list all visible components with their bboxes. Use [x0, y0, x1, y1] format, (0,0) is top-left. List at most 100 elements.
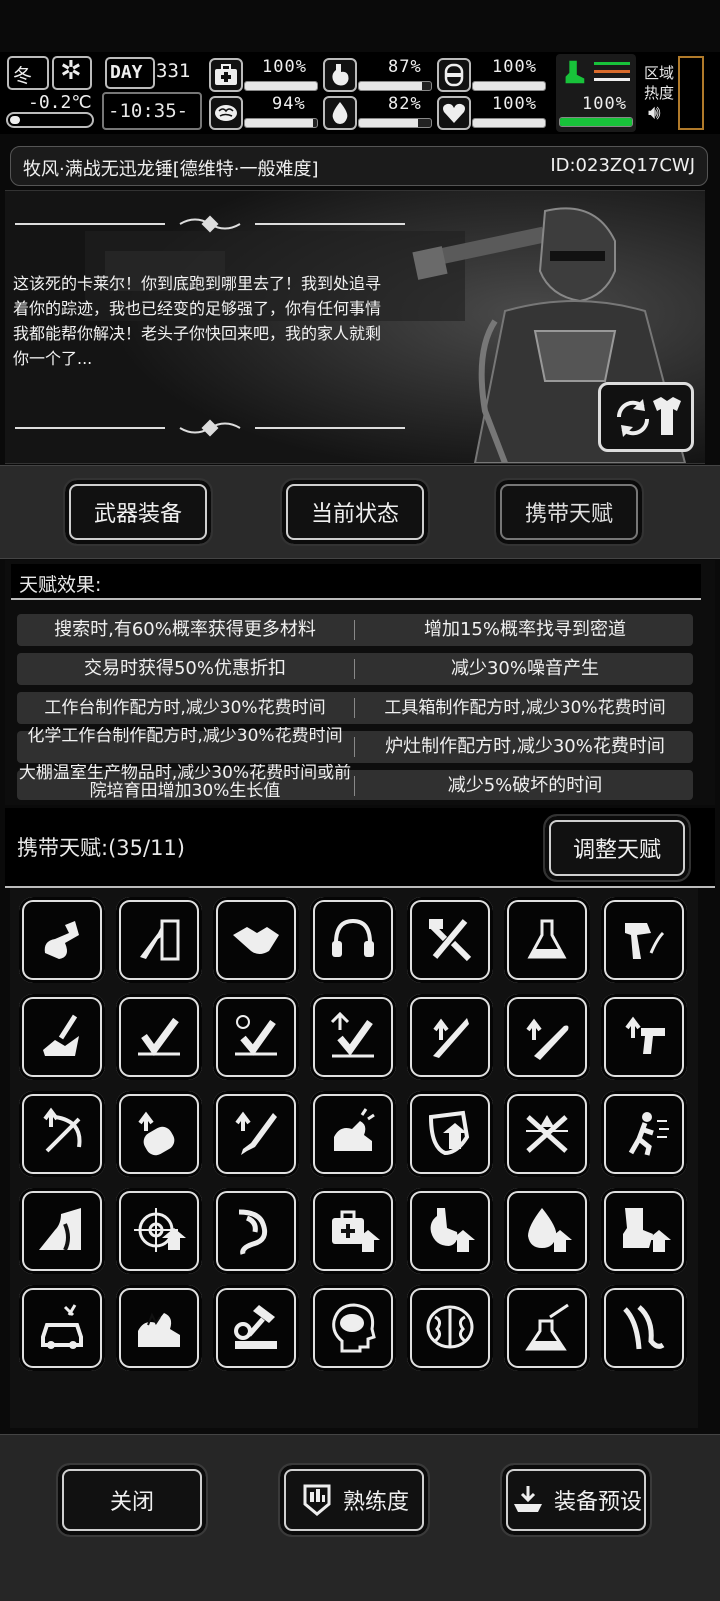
- talent-slot[interactable]: [116, 994, 202, 1080]
- sanity-value: 94%: [272, 94, 306, 114]
- season-box: 冬: [7, 56, 49, 90]
- talent-slot[interactable]: [504, 1091, 590, 1177]
- talent-slot[interactable]: [116, 1285, 202, 1371]
- health-bar: [244, 81, 318, 91]
- talent-slot[interactable]: [310, 994, 396, 1080]
- talent-slot[interactable]: [407, 897, 493, 983]
- glove-up-icon: [138, 1111, 175, 1156]
- talent-slot[interactable]: [407, 1091, 493, 1177]
- talent-slot[interactable]: [310, 1091, 396, 1177]
- talent-slot[interactable]: [310, 1285, 396, 1371]
- lungs-icon: [437, 58, 471, 92]
- talent-slot[interactable]: [407, 1188, 493, 1274]
- talent-slot[interactable]: [601, 1188, 687, 1274]
- sprint-icon: [628, 1112, 669, 1156]
- blade-up-icon: [433, 1018, 469, 1058]
- carried-talents-header: 携带天赋:(35/11) 调整天赋: [5, 808, 715, 888]
- temperature-value: -0.2℃: [28, 92, 92, 113]
- effect-text: 化学工作台制作配方时,减少30%花费时间: [27, 727, 343, 746]
- status-hud: 冬 ✲ -0.2℃ DAY 331 -10:35- 100% 94% 87% 8…: [0, 52, 720, 134]
- close-button[interactable]: 关闭: [56, 1463, 208, 1537]
- tab-bar: 武器装备 当前状态 携带天赋: [0, 465, 720, 559]
- tab-talents[interactable]: 携带天赋: [494, 478, 644, 546]
- swap-outfit-icon: [616, 397, 681, 437]
- tools-icon: [428, 919, 472, 962]
- hammer-plant-icon: [625, 923, 665, 959]
- change-outfit-button[interactable]: [598, 382, 694, 452]
- talent-slot[interactable]: [213, 1091, 299, 1177]
- tab-weapons[interactable]: 武器装备: [63, 478, 213, 546]
- pistol-up-icon: [625, 1016, 665, 1054]
- effect-row: 大棚温室生产物品时,减少30%花费时间或前院培育田增加30%生长值 减少5%破坏…: [17, 764, 693, 800]
- talent-slot[interactable]: [19, 1188, 105, 1274]
- talent-slot[interactable]: [504, 1285, 590, 1371]
- talent-effects-title: 天赋效果:: [19, 574, 102, 596]
- target-up-icon: [134, 1208, 186, 1252]
- talent-slot[interactable]: [19, 994, 105, 1080]
- medkit-up-icon: [332, 1210, 380, 1252]
- talent-slot[interactable]: [213, 994, 299, 1080]
- talent-slot[interactable]: [310, 897, 396, 983]
- effect-text: 工具箱制作配方时,减少30%花费时间: [384, 698, 666, 718]
- effect-text: 大棚温室生产物品时,减少30%花费时间或前院培育田增加30%生长值: [18, 764, 352, 800]
- leg-value: 100%: [582, 94, 627, 114]
- talent-slot[interactable]: [504, 1188, 590, 1274]
- talent-effects-panel: 天赋效果: 搜索时,有60%概率获得更多材料 增加15%概率找寻到密道 交易时获…: [5, 560, 715, 805]
- talent-slot[interactable]: [19, 1285, 105, 1371]
- proficiency-button[interactable]: 熟练度: [278, 1463, 430, 1537]
- talent-slot[interactable]: [116, 897, 202, 983]
- effect-row: 交易时获得50%优惠折扣 减少30%噪音产生: [17, 653, 693, 685]
- talent-grid: [10, 888, 698, 1428]
- player-id: ID:023ZQ17CWJ: [550, 155, 695, 176]
- talent-slot[interactable]: [601, 1091, 687, 1177]
- character-name: 牧风·满战无迅龙锤[德维特·一般难度]: [23, 159, 319, 180]
- effect-text: 减少5%破坏的时间: [447, 775, 603, 796]
- talent-slot[interactable]: [601, 994, 687, 1080]
- talent-slot[interactable]: [504, 994, 590, 1080]
- thirst-bar: [358, 118, 432, 128]
- equipment-preset-label: 装备预设: [553, 1490, 642, 1515]
- flask-icon: [527, 919, 567, 959]
- effect-text: 搜索时,有60%概率获得更多材料: [54, 619, 316, 640]
- effect-text: 工作台制作配方时,减少30%花费时间: [44, 698, 326, 718]
- talent-slot[interactable]: [310, 1188, 396, 1274]
- effect-row: 工作台制作配方时,减少30%花费时间 工具箱制作配方时,减少30%花费时间: [17, 692, 693, 724]
- bat-up-icon: [526, 1018, 569, 1060]
- footer-bar: 关闭 熟练度 装备预设: [0, 1434, 720, 1601]
- speaker-icon[interactable]: 🔊︎: [648, 100, 661, 124]
- zone-heat-label-1: 区域: [644, 64, 675, 82]
- effect-row: 搜索时,有60%概率获得更多材料 增加15%概率找寻到密道: [17, 614, 693, 646]
- talent-slot[interactable]: [407, 1285, 493, 1371]
- stamina-value: 100%: [492, 57, 537, 77]
- talent-slot[interactable]: [213, 1188, 299, 1274]
- head-brain-icon: [332, 1303, 376, 1353]
- zone-heat-meter: [678, 56, 704, 130]
- talent-slot[interactable]: [19, 897, 105, 983]
- equipment-preset-icon: [513, 1486, 542, 1512]
- talent-slot[interactable]: [116, 1188, 202, 1274]
- tentacle-icon: [623, 1305, 665, 1350]
- day-label: DAY: [110, 62, 143, 83]
- talent-slot[interactable]: [116, 1091, 202, 1177]
- talent-slot[interactable]: [407, 994, 493, 1080]
- torch-door-icon: [140, 919, 180, 961]
- adjust-talents-button[interactable]: 调整天赋: [543, 814, 691, 882]
- talent-slot[interactable]: [601, 897, 687, 983]
- thirst-value: 82%: [388, 94, 422, 114]
- equipment-preset-button[interactable]: 装备预设: [500, 1463, 652, 1537]
- talent-slot[interactable]: [504, 897, 590, 983]
- tab-status[interactable]: 当前状态: [280, 478, 430, 546]
- stamina-bar: [472, 81, 546, 91]
- effect-text: 减少30%噪音产生: [450, 658, 599, 679]
- talent-effects-header: 天赋效果:: [11, 564, 701, 600]
- talent-slot[interactable]: [19, 1091, 105, 1177]
- carried-talents-count: 携带天赋:(35/11): [17, 836, 185, 860]
- talent-slot[interactable]: [213, 897, 299, 983]
- day-number: 331: [156, 60, 191, 82]
- talent-slot[interactable]: [601, 1285, 687, 1371]
- hunger-bar: [358, 81, 432, 91]
- water-up-icon: [528, 1208, 572, 1252]
- talent-slot[interactable]: [213, 1285, 299, 1371]
- stomach-icon: [323, 58, 357, 92]
- effect-text: 炉灶制作配方时,减少30%花费时间: [385, 736, 665, 757]
